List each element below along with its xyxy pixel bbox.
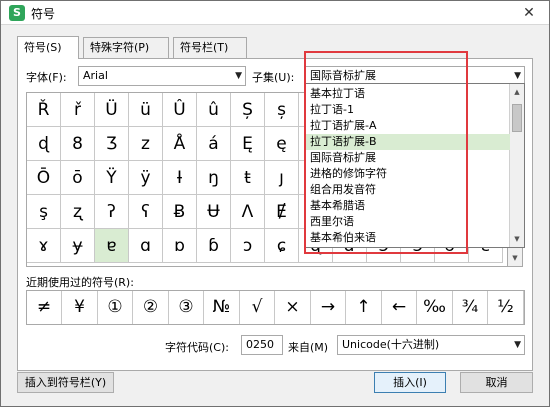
symbol-cell[interactable]: ɓ: [197, 229, 231, 263]
close-icon[interactable]: ✕: [519, 4, 539, 22]
recent-symbol-cell[interactable]: √: [240, 291, 275, 324]
font-select[interactable]: Arial ▼: [78, 66, 246, 86]
recent-symbol-cell[interactable]: ↑: [347, 291, 382, 324]
scroll-down-icon[interactable]: ▼: [510, 231, 524, 247]
symbol-cell[interactable]: z: [129, 127, 163, 161]
chevron-down-icon: ▼: [514, 340, 521, 350]
symbol-cell[interactable]: ş: [27, 195, 61, 229]
recent-symbol-cell[interactable]: ¥: [63, 291, 98, 324]
symbol-cell[interactable]: ɒ: [163, 229, 197, 263]
recent-symbol-cell[interactable]: ①: [98, 291, 133, 324]
subset-option[interactable]: 进格的修饰字符: [306, 166, 510, 182]
recent-symbol-cell[interactable]: ‰: [418, 291, 453, 324]
from-select-value: Unicode(十六进制): [342, 338, 440, 351]
symbol-cell[interactable]: ʕ: [129, 195, 163, 229]
symbol-cell[interactable]: ō: [61, 161, 95, 195]
symbol-cell[interactable]: ę: [265, 127, 299, 161]
symbol-cell[interactable]: ș: [265, 93, 299, 127]
symbol-cell[interactable]: Ę: [231, 127, 265, 161]
symbol-cell[interactable]: ɤ: [27, 229, 61, 263]
symbol-cell[interactable]: Λ: [231, 195, 265, 229]
scroll-up-icon[interactable]: ▲: [510, 84, 524, 100]
subset-option[interactable]: 基本希腊语: [306, 198, 510, 214]
char-code-input[interactable]: 0250: [241, 335, 283, 355]
recent-symbol-cell[interactable]: ≠: [27, 291, 62, 324]
symbol-cell[interactable]: Å: [163, 127, 197, 161]
symbol-cell[interactable]: ɑ: [129, 229, 163, 263]
symbol-cell[interactable]: Ř: [27, 93, 61, 127]
symbol-cell[interactable]: Ÿ: [95, 161, 129, 195]
from-label: 来自(M): [288, 341, 329, 354]
recent-symbols-grid: ≠ ¥ ① ② ③ № √ × → ↑ ← ‰ ¾ ½: [26, 290, 525, 325]
recent-symbol-cell[interactable]: ¾: [453, 291, 488, 324]
subset-label: 子集(U):: [252, 71, 295, 84]
insert-to-bar-button[interactable]: 插入到符号栏(Y): [17, 372, 114, 393]
recent-symbol-cell[interactable]: ③: [169, 291, 204, 324]
scroll-down-icon[interactable]: ▼: [508, 250, 522, 266]
chevron-down-icon: ▼: [235, 71, 242, 81]
symbol-cell[interactable]: Ü: [95, 93, 129, 127]
subset-dropdown-list: ▲ ▼ 基本拉丁语 拉丁语-1 拉丁语扩展-A 拉丁语扩展-B 国际音标扩展 进格的修饰字…: [305, 83, 525, 248]
subset-select-value: 国际音标扩展: [310, 69, 376, 82]
symbol-cell[interactable]: û: [197, 93, 231, 127]
symbol-cell[interactable]: ʐ: [61, 195, 95, 229]
cancel-button[interactable]: 取消: [460, 372, 533, 393]
window-title: 符号: [31, 7, 56, 21]
recent-symbol-cell[interactable]: →: [311, 291, 346, 324]
symbol-cell[interactable]: ɏ: [61, 229, 95, 263]
insert-button[interactable]: 插入(I): [374, 372, 446, 393]
from-select[interactable]: Unicode(十六进制) ▼: [337, 335, 525, 355]
recent-symbol-cell[interactable]: ←: [382, 291, 417, 324]
char-code-label: 字符代码(C):: [165, 341, 229, 354]
symbol-cell[interactable]: Ʒ: [95, 127, 129, 161]
symbol-cell[interactable]: Ɨ: [163, 161, 197, 195]
tab-symbol-bar[interactable]: 符号栏(T): [173, 37, 247, 59]
scroll-thumb[interactable]: [512, 104, 522, 132]
symbol-cell[interactable]: á: [197, 127, 231, 161]
symbol-cell[interactable]: ÿ: [129, 161, 163, 195]
symbol-cell[interactable]: Û: [163, 93, 197, 127]
recent-symbol-cell[interactable]: ½: [489, 291, 524, 324]
recent-symbol-cell[interactable]: ②: [134, 291, 169, 324]
subset-option[interactable]: 拉丁语-1: [306, 102, 510, 118]
recent-symbol-cell[interactable]: ×: [276, 291, 311, 324]
subset-option[interactable]: 西里尔语: [306, 214, 510, 230]
symbol-cell[interactable]: ɕ: [265, 229, 299, 263]
font-label: 字体(F):: [26, 71, 67, 84]
symbol-dialog: S 符号 ✕ 符号(S) 特殊字符(P) 符号栏(T) 字体(F): Arial…: [0, 0, 550, 407]
subset-option[interactable]: 组合用发音符: [306, 182, 510, 198]
title-bar: S 符号 ✕: [1, 1, 549, 25]
symbol-cell[interactable]: Ɇ: [265, 195, 299, 229]
tab-symbols[interactable]: 符号(S): [17, 36, 79, 59]
symbol-cell[interactable]: ɐ: [95, 229, 129, 263]
symbol-cell[interactable]: Ƀ: [163, 195, 197, 229]
symbol-cell[interactable]: 8: [61, 127, 95, 161]
tab-special-chars[interactable]: 特殊字符(P): [83, 37, 169, 59]
subset-option[interactable]: 基本希伯来语: [306, 230, 510, 246]
app-logo-icon: S: [9, 5, 25, 21]
symbol-cell[interactable]: Ō: [27, 161, 61, 195]
symbol-cell[interactable]: ɖ: [27, 127, 61, 161]
recent-label: 近期使用过的符号(R):: [26, 276, 134, 289]
subset-option[interactable]: 拉丁语扩展-A: [306, 118, 510, 134]
dropdown-scrollbar[interactable]: ▲ ▼: [509, 84, 524, 247]
symbol-cell[interactable]: ü: [129, 93, 163, 127]
subset-option[interactable]: 拉丁语扩展-B: [306, 134, 510, 150]
recent-symbol-cell[interactable]: №: [205, 291, 240, 324]
subset-option[interactable]: 国际音标扩展: [306, 150, 510, 166]
symbol-cell[interactable]: ʔ: [95, 195, 129, 229]
symbol-cell[interactable]: ȷ: [265, 161, 299, 195]
symbol-cell[interactable]: ɔ: [231, 229, 265, 263]
symbol-cell[interactable]: ŋ: [197, 161, 231, 195]
symbol-cell[interactable]: Ʉ: [197, 195, 231, 229]
font-select-value: Arial: [83, 69, 108, 82]
symbol-cell[interactable]: ř: [61, 93, 95, 127]
subset-option[interactable]: 基本拉丁语: [306, 86, 510, 102]
symbol-cell[interactable]: ŧ: [231, 161, 265, 195]
symbol-cell[interactable]: Ș: [231, 93, 265, 127]
